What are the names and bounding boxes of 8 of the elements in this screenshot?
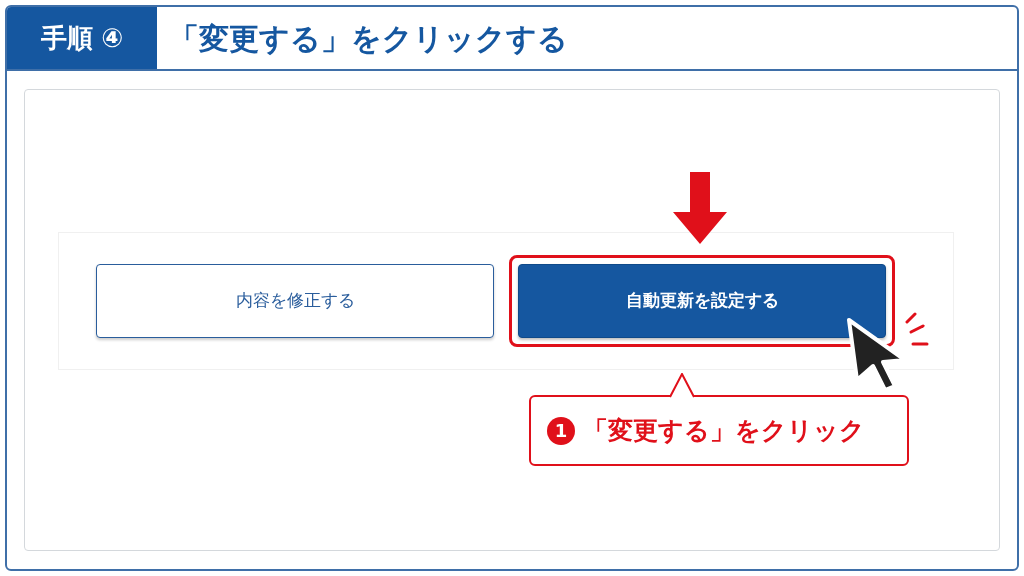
step-label: 手順 (41, 21, 93, 55)
step-title: 「変更する」をクリックする (169, 19, 568, 58)
step-number: ④ (101, 21, 123, 55)
callout-text: 「変更する」をクリック (583, 414, 865, 447)
down-arrow-icon (673, 172, 727, 244)
action-button[interactable]: 内容を修正する (96, 264, 494, 338)
action-button[interactable]: 自動更新を設定する (518, 264, 886, 338)
step-number-badge: 1 (547, 416, 575, 445)
